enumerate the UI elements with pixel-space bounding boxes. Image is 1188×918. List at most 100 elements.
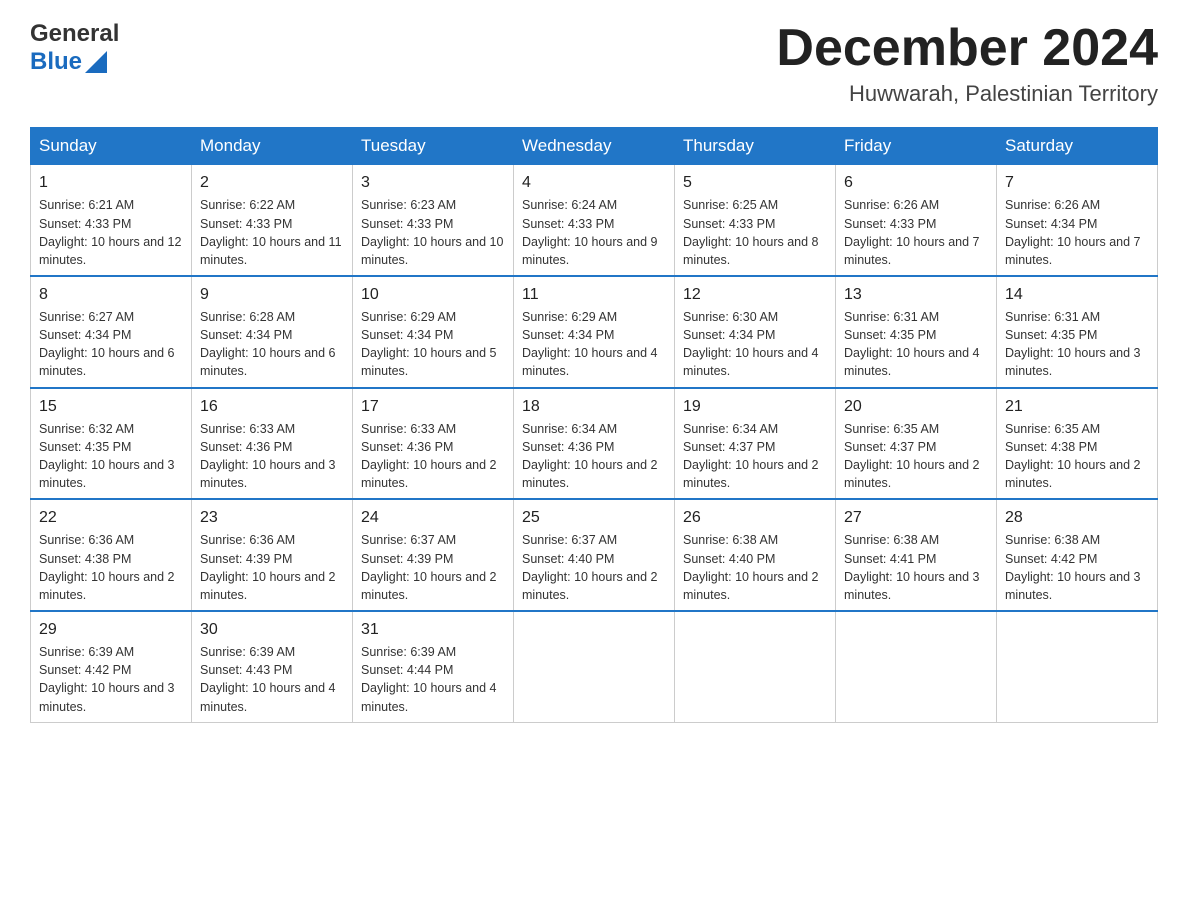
calendar-cell: 7Sunrise: 6:26 AMSunset: 4:34 PMDaylight… (997, 165, 1158, 276)
day-number: 25 (522, 506, 666, 529)
calendar-week-row: 1Sunrise: 6:21 AMSunset: 4:33 PMDaylight… (31, 165, 1158, 276)
day-number: 16 (200, 395, 344, 418)
day-number: 1 (39, 171, 183, 194)
calendar-week-row: 22Sunrise: 6:36 AMSunset: 4:38 PMDayligh… (31, 499, 1158, 611)
day-number: 20 (844, 395, 988, 418)
day-info: Sunrise: 6:39 AMSunset: 4:42 PMDaylight:… (39, 643, 183, 716)
day-number: 5 (683, 171, 827, 194)
day-number: 21 (1005, 395, 1149, 418)
day-info: Sunrise: 6:38 AMSunset: 4:42 PMDaylight:… (1005, 531, 1149, 604)
day-number: 9 (200, 283, 344, 306)
day-number: 28 (1005, 506, 1149, 529)
day-number: 8 (39, 283, 183, 306)
calendar-cell: 1Sunrise: 6:21 AMSunset: 4:33 PMDaylight… (31, 165, 192, 276)
calendar-cell: 8Sunrise: 6:27 AMSunset: 4:34 PMDaylight… (31, 276, 192, 388)
day-info: Sunrise: 6:34 AMSunset: 4:37 PMDaylight:… (683, 420, 827, 493)
weekday-header-thursday: Thursday (675, 128, 836, 165)
day-info: Sunrise: 6:37 AMSunset: 4:40 PMDaylight:… (522, 531, 666, 604)
day-number: 2 (200, 171, 344, 194)
day-info: Sunrise: 6:34 AMSunset: 4:36 PMDaylight:… (522, 420, 666, 493)
day-number: 12 (683, 283, 827, 306)
day-number: 14 (1005, 283, 1149, 306)
calendar-cell: 22Sunrise: 6:36 AMSunset: 4:38 PMDayligh… (31, 499, 192, 611)
day-number: 18 (522, 395, 666, 418)
calendar-cell: 17Sunrise: 6:33 AMSunset: 4:36 PMDayligh… (353, 388, 514, 500)
day-number: 4 (522, 171, 666, 194)
calendar-cell (836, 611, 997, 722)
calendar-cell (514, 611, 675, 722)
day-info: Sunrise: 6:31 AMSunset: 4:35 PMDaylight:… (1005, 308, 1149, 381)
calendar-cell: 5Sunrise: 6:25 AMSunset: 4:33 PMDaylight… (675, 165, 836, 276)
calendar-cell: 21Sunrise: 6:35 AMSunset: 4:38 PMDayligh… (997, 388, 1158, 500)
day-info: Sunrise: 6:35 AMSunset: 4:37 PMDaylight:… (844, 420, 988, 493)
calendar-cell: 13Sunrise: 6:31 AMSunset: 4:35 PMDayligh… (836, 276, 997, 388)
title-block: December 2024 Huwwarah, Palestinian Terr… (776, 20, 1158, 107)
page-header: General Blue December 2024 Huwwarah, Pal… (30, 20, 1158, 107)
logo-blue: Blue (30, 48, 82, 76)
day-number: 26 (683, 506, 827, 529)
calendar-cell: 23Sunrise: 6:36 AMSunset: 4:39 PMDayligh… (192, 499, 353, 611)
day-info: Sunrise: 6:29 AMSunset: 4:34 PMDaylight:… (361, 308, 505, 381)
calendar-cell: 3Sunrise: 6:23 AMSunset: 4:33 PMDaylight… (353, 165, 514, 276)
day-number: 24 (361, 506, 505, 529)
day-info: Sunrise: 6:31 AMSunset: 4:35 PMDaylight:… (844, 308, 988, 381)
day-info: Sunrise: 6:35 AMSunset: 4:38 PMDaylight:… (1005, 420, 1149, 493)
calendar-cell: 12Sunrise: 6:30 AMSunset: 4:34 PMDayligh… (675, 276, 836, 388)
calendar-week-row: 29Sunrise: 6:39 AMSunset: 4:42 PMDayligh… (31, 611, 1158, 722)
day-info: Sunrise: 6:27 AMSunset: 4:34 PMDaylight:… (39, 308, 183, 381)
day-number: 31 (361, 618, 505, 641)
calendar-cell: 15Sunrise: 6:32 AMSunset: 4:35 PMDayligh… (31, 388, 192, 500)
calendar-cell: 28Sunrise: 6:38 AMSunset: 4:42 PMDayligh… (997, 499, 1158, 611)
day-number: 27 (844, 506, 988, 529)
day-info: Sunrise: 6:24 AMSunset: 4:33 PMDaylight:… (522, 196, 666, 269)
calendar-cell: 9Sunrise: 6:28 AMSunset: 4:34 PMDaylight… (192, 276, 353, 388)
day-number: 23 (200, 506, 344, 529)
calendar-cell: 20Sunrise: 6:35 AMSunset: 4:37 PMDayligh… (836, 388, 997, 500)
day-number: 10 (361, 283, 505, 306)
logo: General Blue (30, 20, 119, 75)
calendar-cell: 24Sunrise: 6:37 AMSunset: 4:39 PMDayligh… (353, 499, 514, 611)
day-number: 7 (1005, 171, 1149, 194)
day-number: 13 (844, 283, 988, 306)
logo-triangle-icon (85, 51, 107, 73)
day-info: Sunrise: 6:26 AMSunset: 4:33 PMDaylight:… (844, 196, 988, 269)
day-info: Sunrise: 6:21 AMSunset: 4:33 PMDaylight:… (39, 196, 183, 269)
day-info: Sunrise: 6:33 AMSunset: 4:36 PMDaylight:… (361, 420, 505, 493)
day-number: 6 (844, 171, 988, 194)
calendar-cell: 16Sunrise: 6:33 AMSunset: 4:36 PMDayligh… (192, 388, 353, 500)
day-info: Sunrise: 6:25 AMSunset: 4:33 PMDaylight:… (683, 196, 827, 269)
day-number: 17 (361, 395, 505, 418)
day-number: 11 (522, 283, 666, 306)
day-info: Sunrise: 6:38 AMSunset: 4:41 PMDaylight:… (844, 531, 988, 604)
day-info: Sunrise: 6:30 AMSunset: 4:34 PMDaylight:… (683, 308, 827, 381)
calendar-cell (997, 611, 1158, 722)
calendar-cell: 2Sunrise: 6:22 AMSunset: 4:33 PMDaylight… (192, 165, 353, 276)
calendar-cell: 25Sunrise: 6:37 AMSunset: 4:40 PMDayligh… (514, 499, 675, 611)
calendar-cell: 10Sunrise: 6:29 AMSunset: 4:34 PMDayligh… (353, 276, 514, 388)
day-info: Sunrise: 6:39 AMSunset: 4:44 PMDaylight:… (361, 643, 505, 716)
day-info: Sunrise: 6:33 AMSunset: 4:36 PMDaylight:… (200, 420, 344, 493)
logo-general: General (30, 20, 119, 48)
day-info: Sunrise: 6:37 AMSunset: 4:39 PMDaylight:… (361, 531, 505, 604)
calendar-table: SundayMondayTuesdayWednesdayThursdayFrid… (30, 127, 1158, 722)
day-info: Sunrise: 6:29 AMSunset: 4:34 PMDaylight:… (522, 308, 666, 381)
weekday-header-monday: Monday (192, 128, 353, 165)
calendar-week-row: 8Sunrise: 6:27 AMSunset: 4:34 PMDaylight… (31, 276, 1158, 388)
day-info: Sunrise: 6:32 AMSunset: 4:35 PMDaylight:… (39, 420, 183, 493)
calendar-cell: 31Sunrise: 6:39 AMSunset: 4:44 PMDayligh… (353, 611, 514, 722)
calendar-week-row: 15Sunrise: 6:32 AMSunset: 4:35 PMDayligh… (31, 388, 1158, 500)
calendar-title: December 2024 (776, 20, 1158, 77)
weekday-header-sunday: Sunday (31, 128, 192, 165)
weekday-header-saturday: Saturday (997, 128, 1158, 165)
calendar-cell: 27Sunrise: 6:38 AMSunset: 4:41 PMDayligh… (836, 499, 997, 611)
calendar-cell: 19Sunrise: 6:34 AMSunset: 4:37 PMDayligh… (675, 388, 836, 500)
calendar-cell: 11Sunrise: 6:29 AMSunset: 4:34 PMDayligh… (514, 276, 675, 388)
day-info: Sunrise: 6:39 AMSunset: 4:43 PMDaylight:… (200, 643, 344, 716)
calendar-cell: 18Sunrise: 6:34 AMSunset: 4:36 PMDayligh… (514, 388, 675, 500)
day-info: Sunrise: 6:28 AMSunset: 4:34 PMDaylight:… (200, 308, 344, 381)
calendar-cell: 4Sunrise: 6:24 AMSunset: 4:33 PMDaylight… (514, 165, 675, 276)
day-info: Sunrise: 6:38 AMSunset: 4:40 PMDaylight:… (683, 531, 827, 604)
day-number: 19 (683, 395, 827, 418)
weekday-header-tuesday: Tuesday (353, 128, 514, 165)
weekday-header-friday: Friday (836, 128, 997, 165)
